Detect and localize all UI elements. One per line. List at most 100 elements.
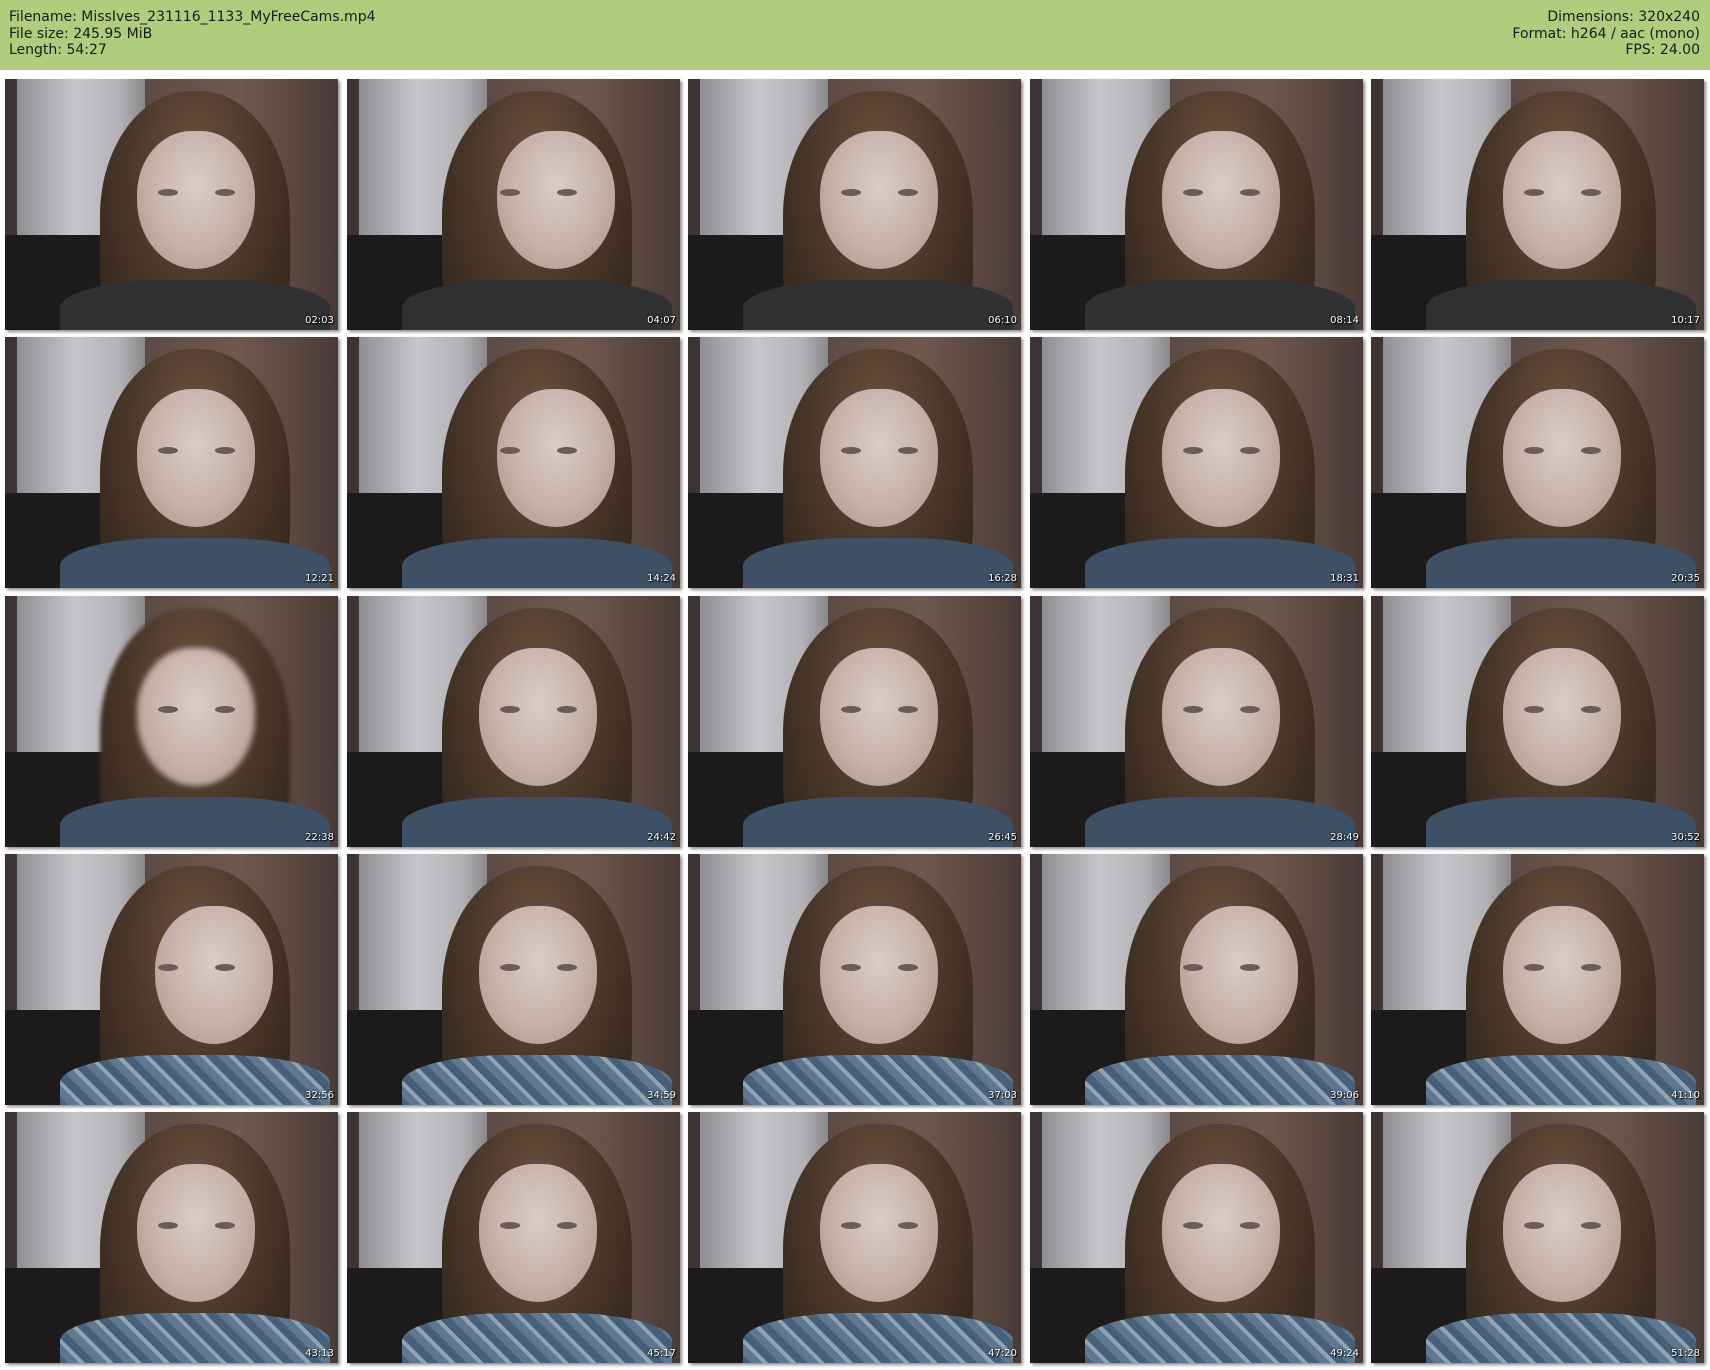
thumbnail-clothing (743, 280, 1013, 330)
thumbnail-timestamp: 26:45 (988, 832, 1017, 843)
thumbnail-eye (898, 189, 918, 196)
filename-label: Filename: MissIves_231116_1133_MyFreeCam… (9, 9, 376, 25)
thumbnail-eye (1240, 447, 1260, 454)
thumbnail-clothing (1085, 797, 1355, 847)
thumbnail-eye (500, 706, 520, 713)
thumbnail-face (1180, 906, 1298, 1044)
video-thumbnail: 30:52 (1371, 596, 1704, 847)
thumbnail-eye (500, 1222, 520, 1229)
thumbnail-face (1162, 131, 1280, 269)
thumbnail-eye (215, 447, 235, 454)
thumbnail-clothing (1426, 1313, 1696, 1363)
thumbnail-timestamp: 45:17 (647, 1348, 676, 1359)
thumbnail-eye (1183, 189, 1203, 196)
thumbnail-timestamp: 37:03 (988, 1090, 1017, 1101)
thumbnail-clothing (743, 538, 1013, 588)
thumbnail-eye (557, 1222, 577, 1229)
thumbnail-face (820, 648, 938, 786)
thumbnail-clothing (402, 538, 672, 588)
video-thumbnail: 12:21 (5, 337, 338, 588)
thumbnail-clothing (1085, 538, 1355, 588)
thumbnail-eye (1240, 1222, 1260, 1229)
thumbnail-clothing (60, 1055, 330, 1105)
thumbnail-eye (500, 447, 520, 454)
thumbnail-timestamp: 43:13 (305, 1348, 334, 1359)
thumbnail-timestamp: 16:28 (988, 573, 1017, 584)
thumbnail-clothing (60, 797, 330, 847)
thumbnail-face (1162, 648, 1280, 786)
file-info: Filename: MissIves_231116_1133_MyFreeCam… (9, 9, 376, 59)
thumbnail-eye (1524, 1222, 1544, 1229)
thumbnail-clothing (743, 1055, 1013, 1105)
thumbnail-timestamp: 24:42 (647, 832, 676, 843)
thumbnail-face (155, 906, 273, 1044)
thumbnail-eye (898, 964, 918, 971)
thumbnail-timestamp: 22:38 (305, 832, 334, 843)
thumbnail-timestamp: 34:59 (647, 1090, 676, 1101)
thumbnail-eye (1581, 964, 1601, 971)
thumbnail-eye (158, 447, 178, 454)
thumbnail-face (497, 389, 615, 527)
thumbnail-grid: 02:03 04:07 06:10 08:14 10:17 12:21 14:24 16:28… (5, 79, 1705, 1366)
thumbnail-timestamp: 08:14 (1330, 315, 1359, 326)
video-thumbnail: 10:17 (1371, 79, 1704, 330)
thumbnail-eye (557, 447, 577, 454)
thumbnail-eye (500, 964, 520, 971)
thumbnail-clothing (402, 280, 672, 330)
thumbnail-eye (841, 447, 861, 454)
thumbnail-face (137, 131, 255, 269)
thumbnail-clothing (1085, 1313, 1355, 1363)
thumbnail-eye (1581, 447, 1601, 454)
video-thumbnail: 28:49 (1030, 596, 1363, 847)
video-thumbnail: 41:10 (1371, 854, 1704, 1105)
thumbnail-timestamp: 30:52 (1671, 832, 1700, 843)
thumbnail-eye (1183, 1222, 1203, 1229)
fps-label: FPS: 24.00 (1625, 42, 1700, 58)
thumbnail-eye (1524, 189, 1544, 196)
thumbnail-face (137, 648, 255, 786)
thumbnail-eye (557, 189, 577, 196)
thumbnail-clothing (60, 280, 330, 330)
thumbnail-eye (1581, 189, 1601, 196)
thumbnail-face (1503, 389, 1621, 527)
thumbnail-clothing (1426, 538, 1696, 588)
thumbnail-face (1503, 906, 1621, 1044)
thumbnail-eye (1581, 1222, 1601, 1229)
filesize-label: File size: 245.95 MiB (9, 25, 153, 42)
thumbnail-timestamp: 10:17 (1671, 315, 1700, 326)
thumbnail-face (1503, 1164, 1621, 1302)
video-thumbnail: 34:59 (347, 854, 680, 1105)
thumbnail-eye (1240, 706, 1260, 713)
thumbnail-eye (215, 706, 235, 713)
info-header: Filename: MissIves_231116_1133_MyFreeCam… (0, 0, 1710, 70)
video-thumbnail: 22:38 (5, 596, 338, 847)
video-thumbnail: 24:42 (347, 596, 680, 847)
video-thumbnail: 32:56 (5, 854, 338, 1105)
dimensions-label: Dimensions: 320x240 (1547, 9, 1700, 25)
thumbnail-eye (1183, 447, 1203, 454)
video-thumbnail: 37:03 (688, 854, 1021, 1105)
thumbnail-timestamp: 49:24 (1330, 1348, 1359, 1359)
thumbnail-eye (1240, 189, 1260, 196)
thumbnail-eye (898, 706, 918, 713)
video-thumbnail: 45:17 (347, 1112, 680, 1363)
thumbnail-eye (557, 706, 577, 713)
thumbnail-eye (841, 189, 861, 196)
thumbnail-face (479, 648, 597, 786)
thumbnail-eye (1524, 706, 1544, 713)
thumbnail-face (479, 906, 597, 1044)
thumbnail-eye (1183, 964, 1203, 971)
thumbnail-timestamp: 12:21 (305, 573, 334, 584)
thumbnail-eye (1581, 706, 1601, 713)
video-thumbnail: 08:14 (1030, 79, 1363, 330)
thumbnail-clothing (1426, 797, 1696, 847)
thumbnail-eye (500, 189, 520, 196)
thumbnail-eye (158, 964, 178, 971)
video-thumbnail: 16:28 (688, 337, 1021, 588)
thumbnail-clothing (402, 797, 672, 847)
thumbnail-face (479, 1164, 597, 1302)
thumbnail-eye (898, 1222, 918, 1229)
thumbnail-eye (1183, 706, 1203, 713)
video-thumbnail: 49:24 (1030, 1112, 1363, 1363)
video-thumbnail: 26:45 (688, 596, 1021, 847)
